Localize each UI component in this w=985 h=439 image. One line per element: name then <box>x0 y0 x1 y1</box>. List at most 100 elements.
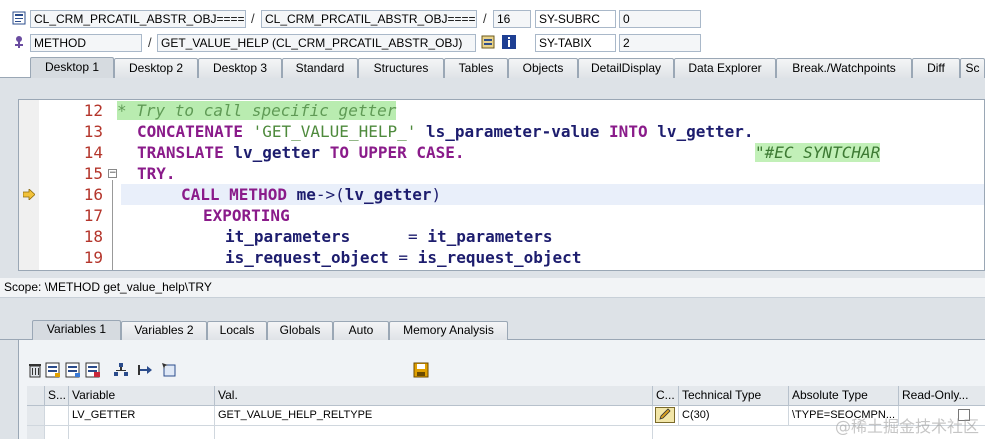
tab-memory-analysis[interactable]: Memory Analysis <box>389 321 508 340</box>
code-line[interactable]: 18 it_parameters = it_parameters <box>19 226 984 247</box>
value-cell[interactable]: GET_VALUE_HELP_RELTYPE <box>215 406 653 426</box>
desktop-area: 12 * Try to call specific getter 13 CONC… <box>0 78 985 278</box>
keyword-token: CALL METHOD <box>181 185 287 204</box>
edit-pencil-icon[interactable] <box>655 407 675 423</box>
column-header-technical-type[interactable]: Technical Type <box>679 386 789 406</box>
code-text: EXPORTING <box>203 205 290 226</box>
operator-token: ) <box>431 185 442 204</box>
event-name-field[interactable]: GET_VALUE_HELP (CL_CRM_PRCATIL_ABSTR_OBJ… <box>157 34 476 52</box>
current-statement-arrow-icon <box>23 189 35 200</box>
navigate-icon[interactable] <box>137 362 153 378</box>
tab-data-explorer[interactable]: Data Explorer <box>674 58 776 78</box>
row-selector[interactable] <box>27 406 45 426</box>
save-layout-icon[interactable] <box>413 362 429 378</box>
technical-type-cell[interactable]: C(30) <box>679 406 789 426</box>
row-selector[interactable] <box>27 426 45 439</box>
tab-desktop-3[interactable]: Desktop 3 <box>198 58 282 78</box>
separator: / <box>483 11 487 26</box>
code-line[interactable]: 20 <box>19 268 984 270</box>
operator-token: = <box>398 248 409 267</box>
tab-source[interactable]: Sc <box>960 58 985 78</box>
column-header-change[interactable]: C... <box>653 386 679 406</box>
select-object-icon[interactable] <box>161 362 177 378</box>
line-number: 12 <box>83 101 103 120</box>
include-field[interactable]: CL_CRM_PRCATIL_ABSTR_OBJ=====... <box>261 10 477 28</box>
operator-token: = <box>408 227 418 246</box>
code-text: TRANSLATE lv_getter TO UPPER CASE. <box>137 142 465 163</box>
code-line[interactable]: 15 − TRY. <box>19 163 984 184</box>
tab-objects[interactable]: Objects <box>508 58 578 78</box>
tab-variables-1[interactable]: Variables 1 <box>32 320 121 340</box>
string-token: 'GET_VALUE_HELP_' <box>252 122 417 141</box>
scope-indicator: Scope: \METHOD get_value_help\TRY <box>0 278 985 298</box>
tab-standard[interactable]: Standard <box>282 58 358 78</box>
tab-locals[interactable]: Locals <box>207 321 267 340</box>
keyword-token: INTO <box>609 122 648 141</box>
column-header-value[interactable]: Val. <box>215 386 653 406</box>
hierarchy-icon[interactable] <box>481 35 495 49</box>
save-variables-icon[interactable] <box>85 362 101 378</box>
row-selector-header[interactable] <box>27 386 45 406</box>
value-cell[interactable] <box>215 426 653 439</box>
program-field[interactable]: CL_CRM_PRCATIL_ABSTR_OBJ=====... <box>30 10 246 28</box>
code-text: CONCATENATE 'GET_VALUE_HELP_' ls_paramet… <box>137 121 754 142</box>
program-icon <box>12 11 26 25</box>
comment-token: * Try to call specific getter <box>117 101 397 120</box>
tab-detail-display[interactable]: DetailDisplay <box>578 58 674 78</box>
code-line[interactable]: 19 is_request_object = is_request_object <box>19 247 984 268</box>
tab-globals[interactable]: Globals <box>267 321 333 340</box>
program-info-row: CL_CRM_PRCATIL_ABSTR_OBJ=====... / CL_CR… <box>0 8 985 30</box>
event-info-row: METHOD / GET_VALUE_HELP (CL_CRM_PRCATIL_… <box>0 32 985 54</box>
pragma-token: "#EC SYNTCHAR <box>755 143 881 162</box>
line-number: 20 <box>39 268 103 270</box>
tab-tables[interactable]: Tables <box>444 58 508 78</box>
line-number: 15 <box>83 164 103 183</box>
system-variable-value-2[interactable]: 2 <box>619 34 701 52</box>
line-number: 19 <box>83 248 103 267</box>
system-variable-value[interactable]: 0 <box>619 10 701 28</box>
code-line-current[interactable]: 16 CALL METHOD me->(lv_getter) <box>19 184 984 205</box>
hierarchy-view-icon[interactable] <box>113 362 129 378</box>
tab-diff[interactable]: Diff <box>912 58 960 78</box>
identifier-token: lv_getter <box>233 143 321 162</box>
info-icon[interactable] <box>502 35 516 49</box>
pragma-text: "#EC SYNTCHAR <box>755 142 881 163</box>
identifier-token: lv_getter <box>344 185 432 204</box>
tab-variables-2[interactable]: Variables 2 <box>121 321 207 340</box>
code-text: TRY. <box>137 163 176 184</box>
tab-structures[interactable]: Structures <box>358 58 444 78</box>
variables-area: Variables 1 Variables 2 Locals Globals A… <box>0 298 985 439</box>
source-editor[interactable]: 12 * Try to call specific getter 13 CONC… <box>18 99 985 271</box>
code-line[interactable]: 13 CONCATENATE 'GET_VALUE_HELP_' ls_para… <box>19 121 984 142</box>
fold-toggle-icon[interactable]: − <box>108 169 117 178</box>
variable-cell[interactable]: LV_GETTER <box>69 406 215 426</box>
code-line[interactable]: 17 EXPORTING <box>19 205 984 226</box>
column-header-read-only[interactable]: Read-Only... <box>899 386 985 406</box>
delete-icon[interactable] <box>27 362 43 378</box>
separator: / <box>251 11 255 26</box>
load-variables-icon[interactable] <box>65 362 81 378</box>
tab-breakpoints[interactable]: Break./Watchpoints <box>776 58 912 78</box>
line-number-field[interactable]: 16 <box>493 10 531 28</box>
status-cell[interactable] <box>45 406 69 426</box>
column-header-status[interactable]: S... <box>45 386 69 406</box>
system-variable-field[interactable]: SY-SUBRC <box>535 10 616 28</box>
code-line[interactable]: 12 * Try to call specific getter <box>19 100 984 121</box>
change-cell[interactable] <box>653 406 679 426</box>
tab-desktop-2[interactable]: Desktop 2 <box>114 58 198 78</box>
line-number: 13 <box>83 122 103 141</box>
column-header-variable[interactable]: Variable <box>69 386 215 406</box>
table-view-icon[interactable] <box>45 362 61 378</box>
identifier-token: it_parameters <box>225 227 351 246</box>
variable-cell[interactable] <box>69 426 215 439</box>
keyword-token: TO UPPER CASE. <box>329 143 465 162</box>
operator-token: ->( <box>315 185 345 204</box>
system-variable-field-2[interactable]: SY-TABIX <box>535 34 616 52</box>
event-type-field[interactable]: METHOD <box>30 34 142 52</box>
code-line[interactable]: 14 TRANSLATE lv_getter TO UPPER CASE. "#… <box>19 142 984 163</box>
tab-auto[interactable]: Auto <box>333 321 389 340</box>
tab-desktop-1[interactable]: Desktop 1 <box>30 57 114 78</box>
status-cell[interactable] <box>45 426 69 439</box>
column-header-absolute-type[interactable]: Absolute Type <box>789 386 899 406</box>
method-icon <box>15 36 23 48</box>
